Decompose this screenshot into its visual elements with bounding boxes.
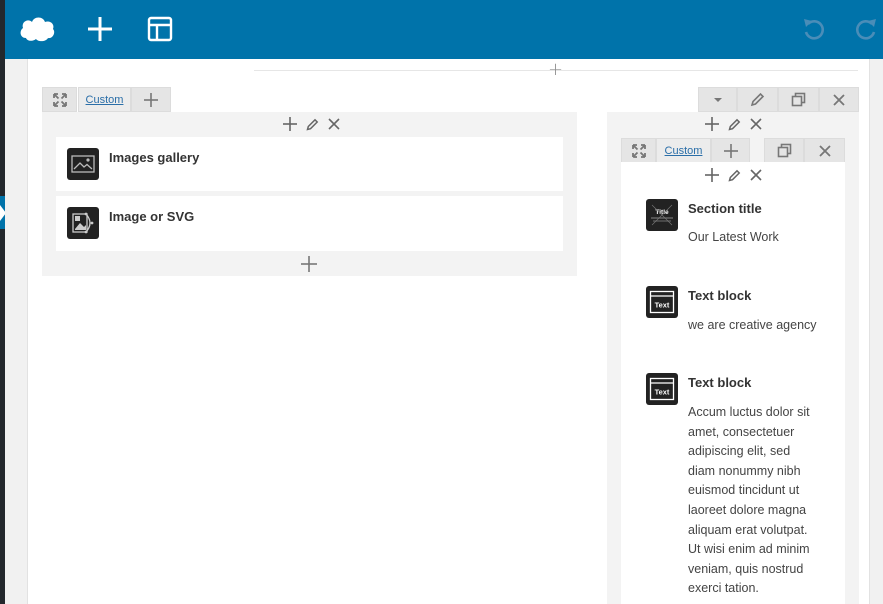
edit-column-pencil-icon[interactable]: [725, 115, 743, 133]
delete-inner-row-button[interactable]: [804, 138, 845, 163]
delete-column-close-icon[interactable]: [747, 115, 765, 133]
delete-column-close-icon[interactable]: [325, 115, 343, 133]
pencil-icon: [750, 92, 765, 107]
element-paragraph: Accum luctus dolor sit amet, consectetue…: [688, 403, 838, 599]
element-title: Text block: [688, 375, 752, 390]
redo-icon: [856, 19, 876, 40]
image-svg-icon: [67, 207, 99, 239]
left-column-controls: [281, 115, 343, 133]
edit-row-button[interactable]: [737, 87, 778, 112]
element-text: we are creative agency: [688, 318, 817, 332]
paragraph-line: diam nonummy nibh: [688, 463, 801, 478]
element-text: Our Latest Work: [688, 230, 779, 244]
close-icon: [818, 144, 831, 157]
images-gallery-icon: [67, 148, 99, 180]
right-column-controls: [703, 115, 765, 133]
builder-toolbar: [5, 0, 883, 59]
text-block-icon-label: Text: [655, 301, 670, 310]
undo-icon: [804, 19, 824, 40]
plus-icon: [723, 143, 738, 158]
paragraph-line: Accum luctus dolor sit: [688, 405, 810, 419]
add-element-bottom-plus-icon[interactable]: [301, 256, 317, 277]
paragraph-line: Ut wisi enim ad minim: [688, 542, 810, 557]
column-size-custom-link[interactable]: Custom: [78, 87, 131, 112]
paragraph-line: adipiscing elit, sed: [688, 444, 791, 459]
duplicate-row-button[interactable]: [778, 87, 819, 112]
element-title: Text block: [688, 288, 752, 303]
inner-column-controls: [703, 166, 765, 184]
paragraph-line: veniam, quis nostrud: [688, 561, 804, 576]
paragraph-line: aliquam erat volutpat.: [688, 522, 808, 537]
redo-button[interactable]: [853, 9, 883, 49]
plus-icon: [144, 92, 158, 107]
add-element-plus-icon[interactable]: [703, 166, 721, 184]
element-title: Images gallery: [109, 150, 200, 165]
text-block-icon-label: Text: [655, 388, 670, 397]
edit-column-pencil-icon[interactable]: [303, 115, 321, 133]
section-title-icon: Title: [646, 199, 678, 231]
text-block-icon: Text: [646, 373, 678, 405]
column-options-dropdown[interactable]: [698, 87, 737, 112]
delete-row-button[interactable]: [819, 87, 859, 112]
chevron-down-icon: [713, 97, 722, 102]
duplicate-icon: [777, 143, 791, 158]
delete-column-close-icon[interactable]: [747, 166, 765, 184]
text-block-icon: Text: [646, 286, 678, 318]
add-element-button[interactable]: [80, 9, 120, 49]
plus-icon: [88, 17, 112, 41]
inner-column-size-custom-link[interactable]: Custom: [656, 138, 711, 163]
paragraph-line: euismod tincidunt ut: [688, 483, 800, 498]
layout-templates-button[interactable]: [140, 9, 180, 49]
add-column-button[interactable]: [131, 87, 171, 112]
layout-icon: [147, 16, 173, 42]
paragraph-line: laoreet dolore magna: [688, 502, 807, 517]
expand-inner-column-button[interactable]: [621, 138, 656, 163]
add-inner-column-button[interactable]: [711, 138, 750, 163]
add-element-plus-icon[interactable]: [703, 115, 721, 133]
add-element-plus-icon[interactable]: [281, 115, 299, 133]
close-icon: [833, 93, 845, 106]
duplicate-inner-row-button[interactable]: [764, 138, 804, 163]
expand-column-button[interactable]: [42, 87, 77, 112]
add-section-plus-icon[interactable]: +: [548, 61, 563, 79]
paragraph-line: amet, consectetuer: [688, 424, 795, 439]
expand-arrows-icon: [631, 143, 646, 158]
element-title: Section title: [688, 201, 762, 216]
duplicate-icon: [791, 92, 806, 107]
edit-column-pencil-icon[interactable]: [725, 166, 743, 184]
paragraph-line: exerci tation.: [688, 581, 759, 596]
cloud-logo-icon[interactable]: [17, 9, 57, 49]
element-title: Image or SVG: [109, 209, 195, 224]
undo-button[interactable]: [794, 9, 834, 49]
expand-arrows-icon: [52, 92, 67, 107]
